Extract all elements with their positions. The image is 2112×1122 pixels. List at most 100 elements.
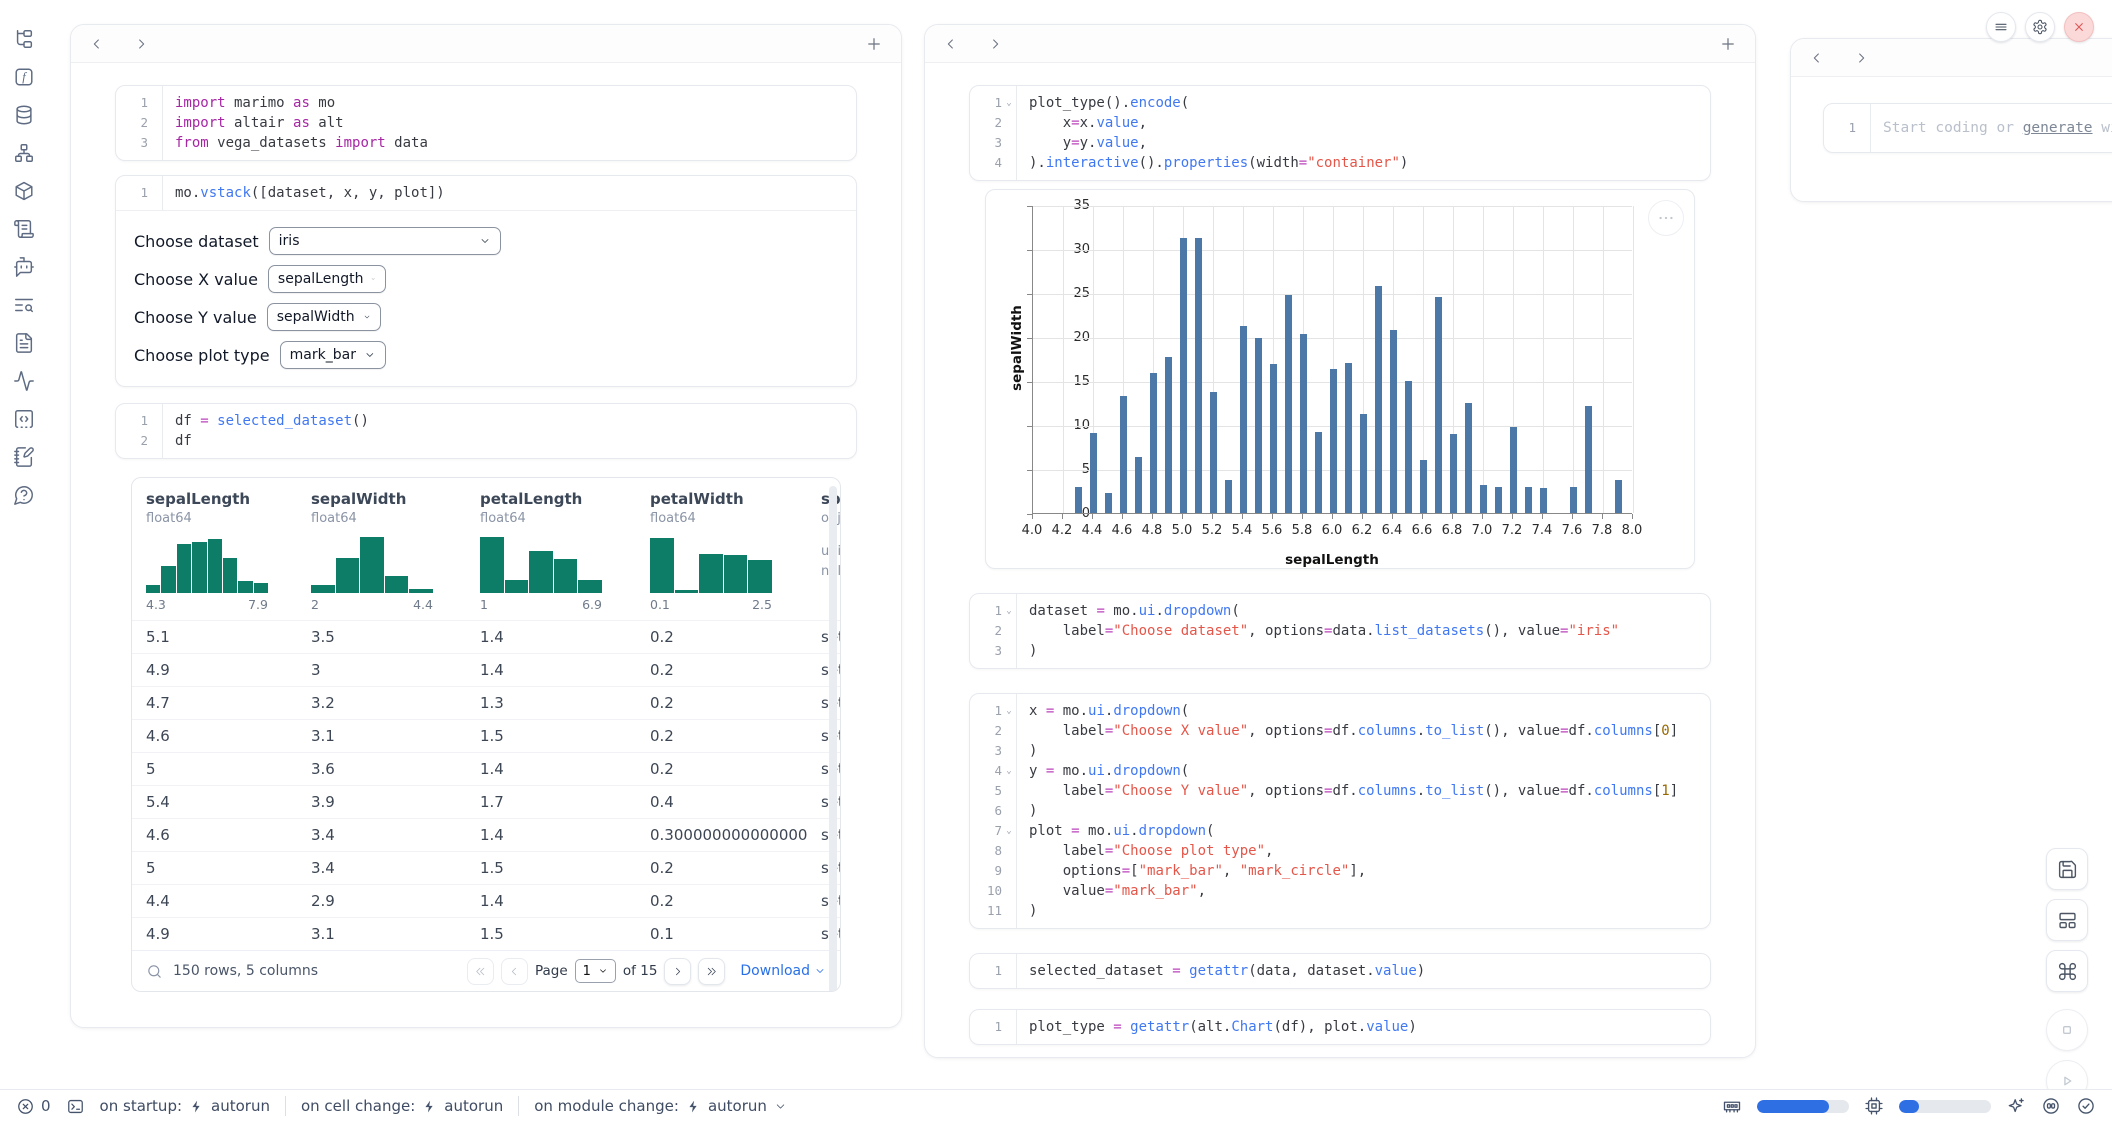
code-line[interactable]: 1df = selected_dataset() [116, 411, 856, 431]
code-line[interactable]: 5 label="Choose Y value", options=df.col… [970, 781, 1710, 801]
command-button[interactable] [2046, 950, 2088, 992]
datasources-icon[interactable] [13, 104, 35, 126]
prev-page-button[interactable] [501, 958, 528, 985]
fold-chevron-icon[interactable]: ⌄ [1002, 701, 1016, 721]
dataframe-code-cell[interactable]: 1df = selected_dataset()2df [115, 403, 857, 459]
outline-search-icon[interactable] [13, 294, 35, 316]
add-cell-icon[interactable] [865, 35, 883, 53]
table-row[interactable]: 5.13.51.40.2setos [132, 620, 840, 653]
next-page-button[interactable] [664, 958, 691, 985]
fold-chevron-icon[interactable]: ⌄ [1002, 601, 1016, 621]
errors-button[interactable]: 0 [16, 1097, 51, 1116]
search-icon[interactable] [146, 963, 163, 980]
snippets-icon[interactable] [13, 408, 35, 430]
chart-options-button[interactable] [1648, 200, 1684, 236]
table-scrollbar[interactable] [829, 486, 837, 992]
table-row[interactable]: 4.63.11.50.2setos [132, 719, 840, 752]
autorun-setting[interactable]: on startup:autorun [100, 1097, 270, 1115]
table-row[interactable]: 4.931.40.2setos [132, 653, 840, 686]
code-line[interactable]: 3) [970, 741, 1710, 761]
chevron-left-icon[interactable] [943, 36, 959, 52]
settings-button[interactable] [2025, 12, 2055, 42]
page-number-select[interactable]: 1 [575, 959, 616, 983]
code-line[interactable]: 1⌄dataset = mo.ui.dropdown( [970, 601, 1710, 621]
code-line[interactable]: 1import marimo as mo [116, 93, 856, 113]
selected-dataset-code-cell[interactable]: 1selected_dataset = getattr(data, datase… [969, 953, 1711, 989]
generate-link[interactable]: generate [2023, 120, 2093, 136]
code-line[interactable]: 3 y=y.value, [970, 133, 1710, 153]
vstack-code-cell[interactable]: 1mo.vstack([dataset, x, y, plot]) Choose… [115, 175, 857, 387]
layout-grid-button[interactable] [2046, 899, 2088, 941]
plot-type-code-cell[interactable]: 1plot_type = getattr(alt.Chart(df), plot… [969, 1009, 1711, 1045]
code-line[interactable]: 2 x=x.value, [970, 113, 1710, 133]
dependencies-icon[interactable] [13, 142, 35, 164]
scratchpad-icon[interactable] [13, 446, 35, 468]
check-circle-icon[interactable] [2076, 1096, 2096, 1116]
code-line[interactable]: 1mo.vstack([dataset, x, y, plot]) [116, 183, 856, 203]
imports-code-cell[interactable]: 1import marimo as mo2import altair as al… [115, 85, 857, 161]
chevron-right-icon[interactable] [987, 36, 1003, 52]
fold-chevron-icon[interactable]: ⌄ [1002, 761, 1016, 781]
chevron-right-icon[interactable] [1853, 50, 1869, 66]
tracing-icon[interactable] [13, 370, 35, 392]
code-line[interactable]: 1plot_type = getattr(alt.Chart(df), plot… [970, 1017, 1710, 1037]
chevron-left-icon[interactable] [1809, 50, 1825, 66]
add-cell-icon[interactable] [1719, 35, 1737, 53]
code-line[interactable]: 2 label="Choose dataset", options=data.l… [970, 621, 1710, 641]
file-explorer-icon[interactable] [13, 28, 35, 50]
close-button[interactable] [2064, 12, 2094, 42]
table-row[interactable]: 4.63.41.40.3000000000000004setos [132, 818, 840, 851]
code-line[interactable]: 9 options=["mark_bar", "mark_circle"], [970, 861, 1710, 881]
empty-code-cell[interactable]: 1 Start coding or generate with [1823, 103, 2112, 153]
plot-code-cell[interactable]: 1⌄plot_type().encode(2 x=x.value,3 y=y.v… [969, 85, 1711, 181]
table-row[interactable]: 4.93.11.50.1setos [132, 917, 840, 950]
column-header-petalLength[interactable]: petalLengthfloat6416.9 [466, 490, 636, 612]
column-header-sepalWidth[interactable]: sepalWidthfloat6424.4 [297, 490, 466, 612]
dropdown-select-plot-type[interactable]: mark_bar [280, 341, 386, 369]
code-line[interactable]: 10 value="mark_bar", [970, 881, 1710, 901]
code-line[interactable]: 4⌄y = mo.ui.dropdown( [970, 761, 1710, 781]
dropdown-select-dataset[interactable]: iris [269, 227, 501, 255]
menu-button[interactable] [1986, 12, 2016, 42]
logs-icon[interactable] [13, 218, 35, 240]
autorun-setting[interactable]: on cell change:autorun [301, 1097, 503, 1115]
table-row[interactable]: 4.42.91.40.2setos [132, 884, 840, 917]
fold-chevron-icon[interactable]: ⌄ [1002, 93, 1016, 113]
chat-icon[interactable] [13, 256, 35, 278]
chevron-left-icon[interactable] [89, 36, 105, 52]
code-line[interactable]: 2import altair as alt [116, 113, 856, 133]
save-button[interactable] [2046, 848, 2088, 890]
code-line[interactable]: 2df [116, 431, 856, 451]
code-line[interactable]: 1selected_dataset = getattr(data, datase… [970, 961, 1710, 981]
first-page-button[interactable] [467, 958, 494, 985]
code-line[interactable]: 1⌄x = mo.ui.dropdown( [970, 701, 1710, 721]
dropdown-select-y-value[interactable]: sepalWidth [267, 303, 381, 331]
autorun-setting[interactable]: on module change:autorun [534, 1097, 787, 1115]
column-header-petalWidth[interactable]: petalWidthfloat640.12.5 [636, 490, 807, 612]
chart-plot-area[interactable] [1032, 206, 1632, 514]
altair-bar-chart[interactable]: 051015202530354.04.24.44.64.85.05.25.45.… [985, 189, 1695, 569]
code-line[interactable]: 6) [970, 801, 1710, 821]
code-line[interactable]: 2 label="Choose X value", options=df.col… [970, 721, 1710, 741]
terminal-button[interactable] [66, 1097, 85, 1116]
ai-sparkles-icon[interactable] [2006, 1096, 2026, 1116]
stop-button[interactable] [2046, 1009, 2088, 1051]
chevron-right-icon[interactable] [133, 36, 149, 52]
code-line[interactable]: 8 label="Choose plot type", [970, 841, 1710, 861]
code-line[interactable]: 3) [970, 641, 1710, 661]
fold-chevron-icon[interactable]: ⌄ [1002, 821, 1016, 841]
code-line[interactable]: 7⌄plot = mo.ui.dropdown( [970, 821, 1710, 841]
code-line[interactable]: 3from vega_datasets import data [116, 133, 856, 153]
variables-icon[interactable]: f [13, 66, 35, 88]
code-line[interactable]: 1⌄plot_type().encode( [970, 93, 1710, 113]
documentation-icon[interactable] [13, 332, 35, 354]
code-line[interactable]: 11) [970, 901, 1710, 921]
packages-icon[interactable] [13, 180, 35, 202]
dropdown-select-x-value[interactable]: sepalLength [268, 265, 386, 293]
last-page-button[interactable] [698, 958, 725, 985]
copilot-icon[interactable] [2041, 1096, 2061, 1116]
table-row[interactable]: 53.41.50.2setos [132, 851, 840, 884]
code-line[interactable]: 4).interactive().properties(width="conta… [970, 153, 1710, 173]
download-button[interactable]: Download [740, 963, 826, 979]
dataset-dropdown-code-cell[interactable]: 1⌄dataset = mo.ui.dropdown(2 label="Choo… [969, 593, 1711, 669]
